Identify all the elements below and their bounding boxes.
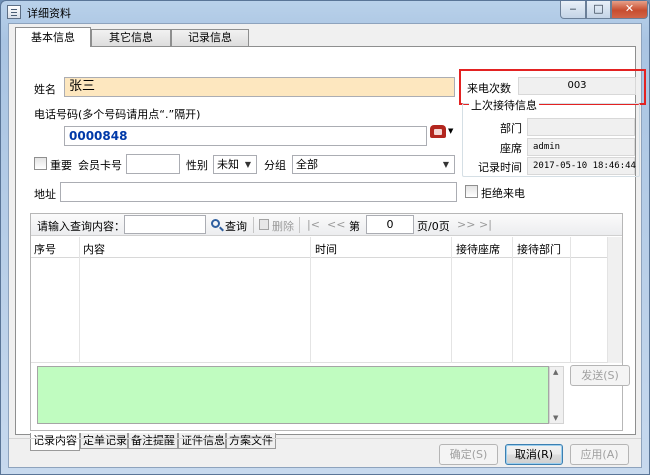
gender-select[interactable]: 未知 ▼ bbox=[213, 155, 257, 174]
scroll-up-icon[interactable]: ▲ bbox=[553, 368, 558, 376]
phone-icon[interactable] bbox=[430, 125, 446, 138]
page-prefix-label: 第 bbox=[349, 220, 360, 233]
delete-icon bbox=[259, 219, 269, 230]
page-number-input[interactable]: 0 bbox=[366, 215, 414, 234]
last-reception-title: 上次接待信息 bbox=[469, 97, 539, 113]
column-divider bbox=[570, 237, 571, 363]
footer-divider bbox=[9, 438, 641, 439]
records-toolbar: 请输入查询内容： 查询 删除 |< << 第 0 页/0页 >> >| bbox=[31, 214, 622, 236]
phone-label: 电话号码(多个号码请用点“.”隔开) bbox=[34, 108, 201, 121]
chevron-down-icon[interactable]: ▼ bbox=[448, 127, 453, 135]
call-count-value: 003 bbox=[518, 77, 636, 95]
record-time-label: 记录时间 bbox=[478, 161, 522, 174]
tab-order-records[interactable]: 定单记录 bbox=[80, 433, 128, 449]
apply-button[interactable]: 应用(A) bbox=[570, 444, 629, 465]
member-card-label: 会员卡号 bbox=[78, 159, 122, 172]
group-value: 全部 bbox=[296, 158, 318, 171]
prev-page-button[interactable]: << bbox=[327, 218, 345, 231]
toolbar-divider bbox=[299, 217, 300, 233]
query-input[interactable] bbox=[124, 215, 206, 234]
address-field[interactable] bbox=[60, 182, 457, 202]
tab-other-info[interactable]: 其它信息 bbox=[91, 29, 171, 47]
column-header[interactable]: 接待部门 bbox=[517, 241, 561, 257]
table-scrollbar[interactable] bbox=[607, 237, 622, 363]
name-label: 姓名 bbox=[34, 83, 56, 96]
tab-record-info[interactable]: 记录信息 bbox=[171, 29, 249, 47]
next-page-button[interactable]: >> bbox=[457, 218, 475, 231]
important-checkbox[interactable] bbox=[34, 157, 47, 170]
group-select[interactable]: 全部 ▼ bbox=[292, 155, 455, 174]
close-button[interactable]: ✕ bbox=[611, 1, 648, 19]
window-icon bbox=[7, 5, 21, 19]
title-bar[interactable]: 详细资料 ‒ □ ✕ bbox=[1, 1, 649, 23]
message-input-area[interactable] bbox=[37, 366, 549, 424]
group-label: 分组 bbox=[264, 159, 286, 172]
query-label: 请输入查询内容： bbox=[37, 220, 125, 233]
records-table[interactable]: 序号 内容 时间 接待座席 接待部门 bbox=[31, 237, 607, 363]
department-label: 部门 bbox=[500, 122, 522, 135]
tab-plan-files[interactable]: 方案文件 bbox=[226, 433, 276, 449]
send-button[interactable]: 发送(S) bbox=[570, 365, 630, 386]
delete-button[interactable]: 删除 bbox=[272, 218, 294, 234]
scroll-down-icon[interactable]: ▼ bbox=[553, 414, 558, 422]
detail-dialog-window: 详细资料 ‒ □ ✕ 基本信息 其它信息 记录信息 姓名 张三 来电次数 003… bbox=[0, 0, 650, 475]
column-divider bbox=[79, 237, 80, 363]
column-divider bbox=[451, 237, 452, 363]
window-title: 详细资料 bbox=[27, 7, 71, 20]
reject-calls-label: 拒绝来电 bbox=[481, 187, 525, 200]
member-card-field[interactable] bbox=[126, 154, 180, 174]
search-icon bbox=[211, 219, 220, 228]
tab-notes-reminders[interactable]: 备注提醒 bbox=[128, 433, 178, 449]
dialog-client-area: 基本信息 其它信息 记录信息 姓名 张三 来电次数 003 电话号码(多个号码请… bbox=[8, 23, 646, 468]
gender-label: 性别 bbox=[186, 159, 208, 172]
search-button[interactable]: 查询 bbox=[225, 218, 247, 234]
ok-button[interactable]: 确定(S) bbox=[439, 444, 498, 465]
call-count-label: 来电次数 bbox=[467, 82, 511, 95]
last-page-button[interactable]: >| bbox=[479, 218, 492, 231]
department-value bbox=[527, 118, 635, 136]
column-divider bbox=[512, 237, 513, 363]
first-page-button[interactable]: |< bbox=[307, 218, 320, 231]
column-header[interactable]: 接待座席 bbox=[456, 241, 500, 257]
column-header[interactable]: 序号 bbox=[34, 241, 56, 257]
seat-value: admin bbox=[527, 138, 635, 156]
cancel-button[interactable]: 取消(R) bbox=[505, 444, 563, 465]
chevron-down-icon: ▼ bbox=[442, 160, 450, 169]
message-scrollbar[interactable]: ▲ ▼ bbox=[549, 366, 564, 424]
basic-info-panel: 姓名 张三 来电次数 003 电话号码(多个号码请用点“.”隔开) 000084… bbox=[15, 46, 646, 451]
minimize-button[interactable]: ‒ bbox=[560, 1, 586, 19]
tab-basic-info[interactable]: 基本信息 bbox=[15, 27, 91, 47]
phone-field[interactable]: 0000848 bbox=[64, 126, 427, 146]
records-table-header: 序号 内容 时间 接待座席 接待部门 bbox=[31, 237, 607, 258]
column-header[interactable]: 内容 bbox=[83, 241, 105, 257]
tab-record-content[interactable]: 记录内容 bbox=[30, 433, 80, 451]
record-time-value: 2017-05-10 18:46:44 bbox=[527, 157, 636, 175]
toolbar-divider bbox=[253, 217, 254, 233]
tab-id-info[interactable]: 证件信息 bbox=[178, 433, 226, 449]
page-total-label: 页/0页 bbox=[417, 220, 450, 233]
chevron-down-icon: ▼ bbox=[244, 160, 252, 169]
gender-value: 未知 bbox=[217, 158, 239, 171]
column-divider bbox=[310, 237, 311, 363]
seat-label: 座席 bbox=[500, 142, 522, 155]
maximize-button[interactable]: □ bbox=[586, 1, 611, 19]
important-label: 重要 bbox=[50, 159, 72, 172]
reject-calls-checkbox[interactable] bbox=[465, 185, 478, 198]
column-header[interactable]: 时间 bbox=[315, 241, 337, 257]
address-label: 地址 bbox=[34, 188, 56, 201]
name-field[interactable]: 张三 bbox=[64, 77, 455, 97]
